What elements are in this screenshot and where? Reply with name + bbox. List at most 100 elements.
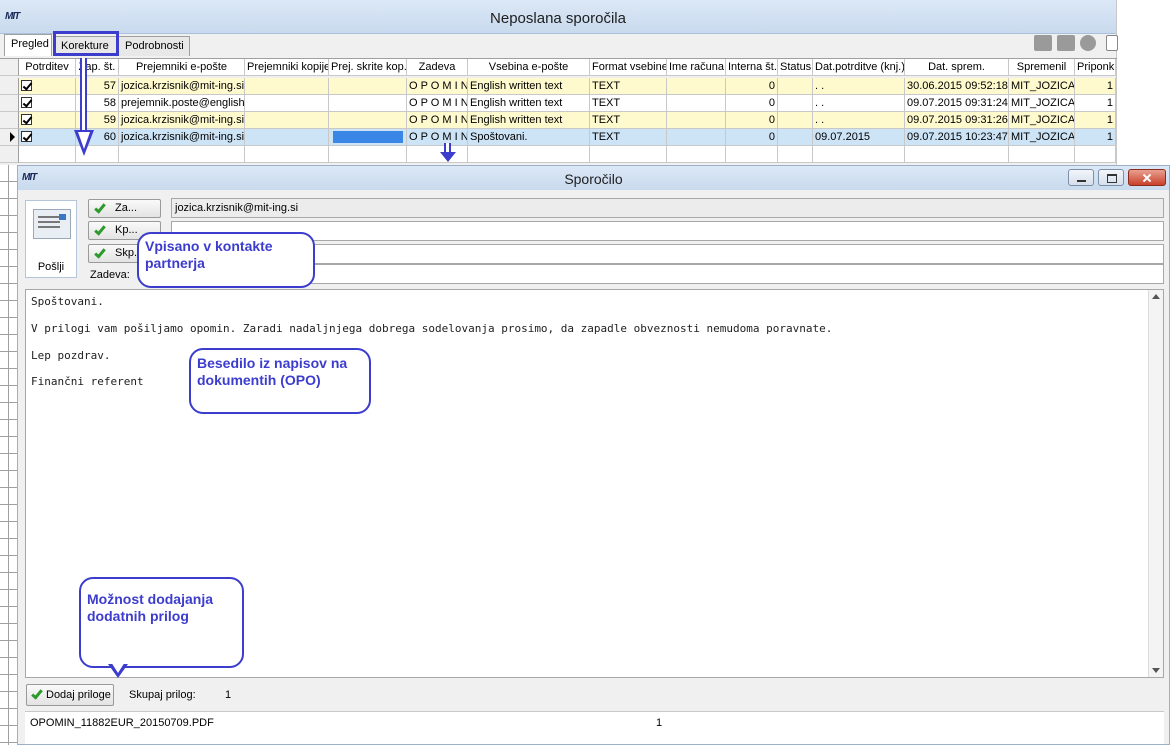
- cell-attachments[interactable]: 1: [1075, 95, 1116, 112]
- table-row[interactable]: 59 jozica.krzisnik@mit-ing.si O P O M I …: [0, 112, 1117, 129]
- col-header[interactable]: Potrditev: [19, 59, 76, 76]
- cell-changed[interactable]: 09.07.2015 09:31:24: [905, 95, 1009, 112]
- cell-format[interactable]: TEXT: [590, 129, 667, 146]
- cell-changed-by[interactable]: MIT_JOZICA: [1009, 129, 1075, 146]
- scroll-down-icon[interactable]: [1152, 668, 1160, 673]
- cell-internal[interactable]: 0: [726, 95, 778, 112]
- col-header[interactable]: Status: [778, 59, 813, 76]
- col-header[interactable]: Dat. sprem.: [905, 59, 1009, 76]
- add-attachments-button[interactable]: Dodaj priloge: [26, 684, 114, 706]
- confirm-checkbox[interactable]: [19, 129, 76, 146]
- send-button[interactable]: Pošlji: [25, 200, 77, 278]
- cell-subject[interactable]: O P O M I N: [407, 78, 468, 95]
- confirm-checkbox[interactable]: [19, 95, 76, 112]
- col-header[interactable]: Zadeva: [407, 59, 468, 76]
- cell-internal[interactable]: 0: [726, 78, 778, 95]
- cell-empty[interactable]: [329, 146, 407, 163]
- cell-content[interactable]: English written text: [468, 78, 590, 95]
- table-row-empty[interactable]: [0, 146, 1117, 163]
- cell-content[interactable]: English written text: [468, 112, 590, 129]
- confirm-checkbox[interactable]: [19, 78, 76, 95]
- subject-field[interactable]: O P O M I N: [171, 264, 1164, 284]
- tab-podrobnosti[interactable]: Podrobnosti: [118, 36, 190, 56]
- toolbar-edit-icon[interactable]: [1057, 35, 1075, 51]
- cell-status[interactable]: [778, 78, 813, 95]
- cell-empty[interactable]: [468, 146, 590, 163]
- confirm-checkbox[interactable]: [19, 112, 76, 129]
- col-header[interactable]: Prejemniki e-pošte: [119, 59, 245, 76]
- cc-field[interactable]: [171, 221, 1164, 241]
- cell-empty[interactable]: [119, 146, 245, 163]
- col-header[interactable]: Dat.potrditve (knj.): [813, 59, 905, 76]
- cell-status[interactable]: [778, 129, 813, 146]
- tab-pregled[interactable]: Pregled: [4, 34, 52, 56]
- row-header[interactable]: [0, 78, 19, 95]
- cell-confirm-date[interactable]: . .: [813, 112, 905, 129]
- cell-content[interactable]: Spoštovani.: [468, 129, 590, 146]
- cell-account[interactable]: [667, 95, 726, 112]
- cell-bcc[interactable]: [329, 95, 407, 112]
- cell-content[interactable]: English written text: [468, 95, 590, 112]
- cell-empty[interactable]: [905, 146, 1009, 163]
- attachment-name[interactable]: OPOMIN_11882EUR_20150709.PDF: [30, 717, 214, 729]
- cell-editor[interactable]: [333, 131, 403, 143]
- to-button[interactable]: Za...: [88, 199, 161, 218]
- row-header[interactable]: [0, 112, 19, 129]
- col-header[interactable]: Vsebina e-pošte: [468, 59, 590, 76]
- cell-empty[interactable]: [590, 146, 667, 163]
- cell-empty[interactable]: [19, 146, 76, 163]
- row-header[interactable]: [0, 146, 19, 163]
- toolbar-circle-icon[interactable]: [1080, 35, 1096, 51]
- cell-format[interactable]: TEXT: [590, 78, 667, 95]
- maximize-icon[interactable]: [1098, 169, 1124, 186]
- cell-empty[interactable]: [245, 146, 329, 163]
- cell-attachments[interactable]: 1: [1075, 78, 1116, 95]
- bcc-field[interactable]: [171, 244, 1164, 264]
- cell-confirm-date[interactable]: . .: [813, 95, 905, 112]
- cell-changed-by[interactable]: MIT_JOZICA: [1009, 95, 1075, 112]
- cell-subject[interactable]: O P O M I N: [407, 129, 468, 146]
- to-field[interactable]: jozica.krzisnik@mit-ing.si: [171, 198, 1164, 218]
- toolbar-box-icon[interactable]: [1106, 35, 1118, 51]
- cell-account[interactable]: [667, 112, 726, 129]
- col-header[interactable]: Prejemniki kopije: [245, 59, 329, 76]
- cell-changed[interactable]: 09.07.2015 10:23:47: [905, 129, 1009, 146]
- cell-changed[interactable]: 30.06.2015 09:52:18: [905, 78, 1009, 95]
- cell-to[interactable]: jozica.krzisnik@mit-ing.si: [119, 129, 245, 146]
- cell-format[interactable]: TEXT: [590, 95, 667, 112]
- cell-cc[interactable]: [245, 95, 329, 112]
- cell-status[interactable]: [778, 112, 813, 129]
- cell-cc[interactable]: [245, 112, 329, 129]
- cell-empty[interactable]: [1075, 146, 1116, 163]
- cell-internal[interactable]: 0: [726, 129, 778, 146]
- cell-empty[interactable]: [726, 146, 778, 163]
- col-header[interactable]: Priponk: [1075, 59, 1116, 76]
- cell-cc[interactable]: [245, 129, 329, 146]
- table-row[interactable]: 58 prejemnik.poste@english.si O P O M I …: [0, 95, 1117, 112]
- cell-empty[interactable]: [778, 146, 813, 163]
- cell-to[interactable]: jozica.krzisnik@mit-ing.si: [119, 112, 245, 129]
- cell-changed-by[interactable]: MIT_JOZICA: [1009, 112, 1075, 129]
- cell-format[interactable]: TEXT: [590, 112, 667, 129]
- cell-empty[interactable]: [407, 146, 468, 163]
- body-scrollbar[interactable]: [1148, 290, 1163, 677]
- col-header[interactable]: Interna št.: [726, 59, 778, 76]
- cell-status[interactable]: [778, 95, 813, 112]
- cell-account[interactable]: [667, 78, 726, 95]
- cell-attachments[interactable]: 1: [1075, 112, 1116, 129]
- cell-empty[interactable]: [813, 146, 905, 163]
- cell-confirm-date[interactable]: 09.07.2015: [813, 129, 905, 146]
- cell-cc[interactable]: [245, 78, 329, 95]
- col-header[interactable]: Ime računa: [667, 59, 726, 76]
- cell-to[interactable]: jozica.krzisnik@mit-ing.si: [119, 78, 245, 95]
- cell-bcc[interactable]: [329, 78, 407, 95]
- col-header[interactable]: Prej. skrite kop.: [329, 59, 407, 76]
- cell-account[interactable]: [667, 129, 726, 146]
- cell-empty[interactable]: [667, 146, 726, 163]
- row-header[interactable]: [0, 129, 19, 146]
- cell-changed[interactable]: 09.07.2015 09:31:26: [905, 112, 1009, 129]
- cell-to[interactable]: prejemnik.poste@english.si: [119, 95, 245, 112]
- col-header[interactable]: Spremenil: [1009, 59, 1075, 76]
- cell-bcc-editing[interactable]: [329, 129, 407, 146]
- cell-bcc[interactable]: [329, 112, 407, 129]
